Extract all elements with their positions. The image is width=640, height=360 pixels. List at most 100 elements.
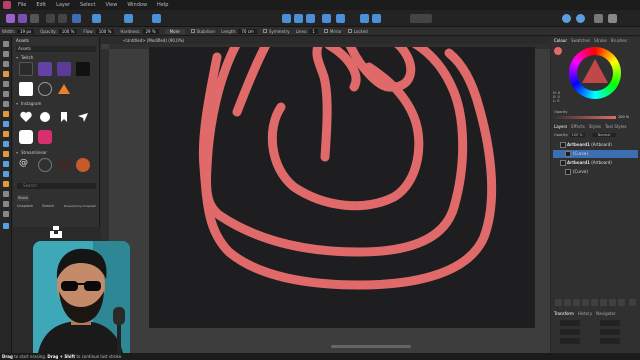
home-icon[interactable] — [92, 14, 101, 23]
dodge-tool-icon[interactable] — [3, 151, 9, 157]
send-icon[interactable] — [76, 110, 90, 124]
flood-select-tool-icon[interactable] — [3, 101, 9, 107]
transform-r-field[interactable] — [560, 338, 580, 344]
layer-row-selected[interactable]: (Curve) — [553, 150, 638, 158]
lines-control[interactable]: Lines: 1 — [296, 28, 318, 34]
chevron-down-icon[interactable]: ▾ — [16, 150, 18, 155]
selection-brush-tool-icon[interactable] — [3, 91, 9, 97]
symmetry-control[interactable]: Symmetry — [262, 29, 290, 34]
colour-triangle[interactable] — [582, 59, 608, 83]
document-tab[interactable]: <Untitled> (Modified) (90.0%) — [101, 37, 550, 44]
menu-view[interactable]: View — [105, 2, 117, 8]
fill-tool-icon[interactable] — [3, 131, 9, 137]
twitch-black-asset[interactable] — [76, 62, 90, 76]
layer-mask-icon[interactable] — [573, 299, 580, 306]
zoom-tool-icon[interactable] — [3, 61, 9, 67]
colour-swatch-icon[interactable] — [594, 14, 603, 23]
chevron-down-icon[interactable]: ▾ — [16, 55, 18, 60]
flip-icon[interactable] — [336, 14, 345, 23]
twitch-circle-asset[interactable] — [38, 82, 52, 96]
layer-link-icon[interactable] — [618, 299, 625, 306]
mask-icon[interactable] — [360, 14, 369, 23]
layer-add-icon[interactable] — [555, 299, 562, 306]
colour-wheel[interactable] — [569, 47, 621, 99]
colour-picker-tool-icon[interactable] — [3, 111, 9, 117]
lines-value[interactable]: 1 — [309, 28, 318, 34]
tab-history[interactable]: History — [578, 311, 592, 316]
chevron-down-icon[interactable]: ▾ — [16, 101, 18, 106]
twitch-logo-asset[interactable] — [57, 62, 71, 76]
transform-x-field[interactable] — [560, 320, 580, 326]
grid-icon[interactable] — [58, 14, 67, 23]
tab-text-styles[interactable]: Text Styles — [605, 124, 627, 129]
stock-source-select[interactable]: Unsplash — [17, 204, 33, 208]
layer-row[interactable]: Artboard1 (Artboard) — [553, 159, 638, 167]
horizontal-scrollbar[interactable] — [331, 345, 411, 348]
hardness-control[interactable]: Hardness: 29 % — [120, 28, 159, 34]
stock-tab[interactable]: Stock — [17, 195, 29, 201]
twitch-purple-asset[interactable] — [38, 62, 52, 76]
trash-icon[interactable] — [629, 299, 636, 306]
transform-y-field[interactable] — [560, 329, 580, 335]
foreground-colour-icon[interactable] — [3, 223, 9, 229]
more-button[interactable]: More — [164, 28, 185, 34]
stock-search-input[interactable]: Search — [42, 204, 54, 208]
stream-alert-asset[interactable] — [57, 158, 71, 172]
tab-colour[interactable]: Colour — [554, 38, 567, 43]
colour-opacity-slider[interactable] — [554, 116, 616, 119]
layer-row[interactable]: (Curve) — [553, 168, 638, 176]
locked-checkbox[interactable] — [347, 29, 352, 33]
flow-value[interactable]: 100 % — [95, 28, 115, 34]
layer-row[interactable]: Artboard1 (Artboard) — [553, 141, 638, 149]
text-tool-icon[interactable] — [3, 211, 9, 217]
more-control[interactable]: More — [164, 28, 185, 34]
align-icon[interactable] — [124, 14, 133, 23]
stabiliser-checkbox[interactable] — [190, 29, 195, 33]
instagram-logo-asset[interactable] — [38, 130, 52, 144]
arrange-icon[interactable] — [152, 14, 161, 23]
snap-options-icon[interactable] — [294, 14, 303, 23]
smudge-tool-icon[interactable] — [3, 181, 9, 187]
move-tool-icon[interactable] — [3, 41, 9, 47]
clone-tool-icon[interactable] — [3, 171, 9, 177]
tab-brushes[interactable]: Brushes — [611, 38, 627, 43]
snap-icon[interactable] — [282, 14, 291, 23]
account-icon[interactable] — [608, 14, 617, 23]
bookmark-icon[interactable] — [57, 110, 71, 124]
mirror-control[interactable]: Mirror — [323, 29, 342, 34]
layer-fx-icon[interactable] — [591, 299, 598, 306]
menu-edit[interactable]: Edit — [36, 2, 46, 8]
quick-mask-icon[interactable] — [410, 14, 432, 23]
paint-brush-tool-icon[interactable] — [3, 71, 9, 77]
erase-brush-tool-icon[interactable] — [3, 121, 9, 127]
tab-styles[interactable]: Styles — [589, 124, 601, 129]
width-value[interactable]: 19 px — [16, 28, 35, 34]
layer-copy-icon[interactable] — [600, 299, 607, 306]
snap-guides-icon[interactable] — [306, 14, 315, 23]
tab-layers[interactable]: Layers — [554, 124, 567, 129]
colour-opacity-value[interactable]: 100 % — [618, 115, 629, 119]
tab-swatches[interactable]: Swatches — [571, 38, 590, 43]
hardness-value[interactable]: 29 % — [142, 28, 159, 34]
layer-adjust-icon[interactable] — [582, 299, 589, 306]
assets-tab[interactable]: Assets — [16, 38, 29, 43]
tab-navigator[interactable]: Navigator — [596, 311, 616, 316]
assets-search-input[interactable]: Search — [17, 183, 96, 189]
layer-opacity-value[interactable]: 100 % — [569, 133, 585, 137]
studio-icon[interactable] — [562, 14, 571, 23]
blend-mode-select[interactable]: Normal — [591, 133, 617, 137]
history-icon[interactable] — [46, 14, 55, 23]
tab-stroke[interactable]: Stroke — [594, 38, 607, 43]
menu-layer[interactable]: Layer — [56, 2, 70, 8]
view-tool-icon[interactable] — [3, 51, 9, 57]
menu-file[interactable]: File — [18, 2, 26, 8]
view-mode-icon[interactable] — [576, 14, 585, 23]
pen-tool-icon[interactable] — [3, 191, 9, 197]
length-value[interactable]: 70 cm — [238, 28, 257, 34]
assets-selector[interactable]: Assets — [16, 46, 96, 52]
artboard[interactable] — [149, 47, 535, 328]
blur-tool-icon[interactable] — [3, 161, 9, 167]
transform-w-field[interactable] — [600, 320, 620, 326]
category-instagram[interactable]: Instagram — [21, 101, 41, 106]
length-control[interactable]: Length: 70 cm — [221, 28, 257, 34]
